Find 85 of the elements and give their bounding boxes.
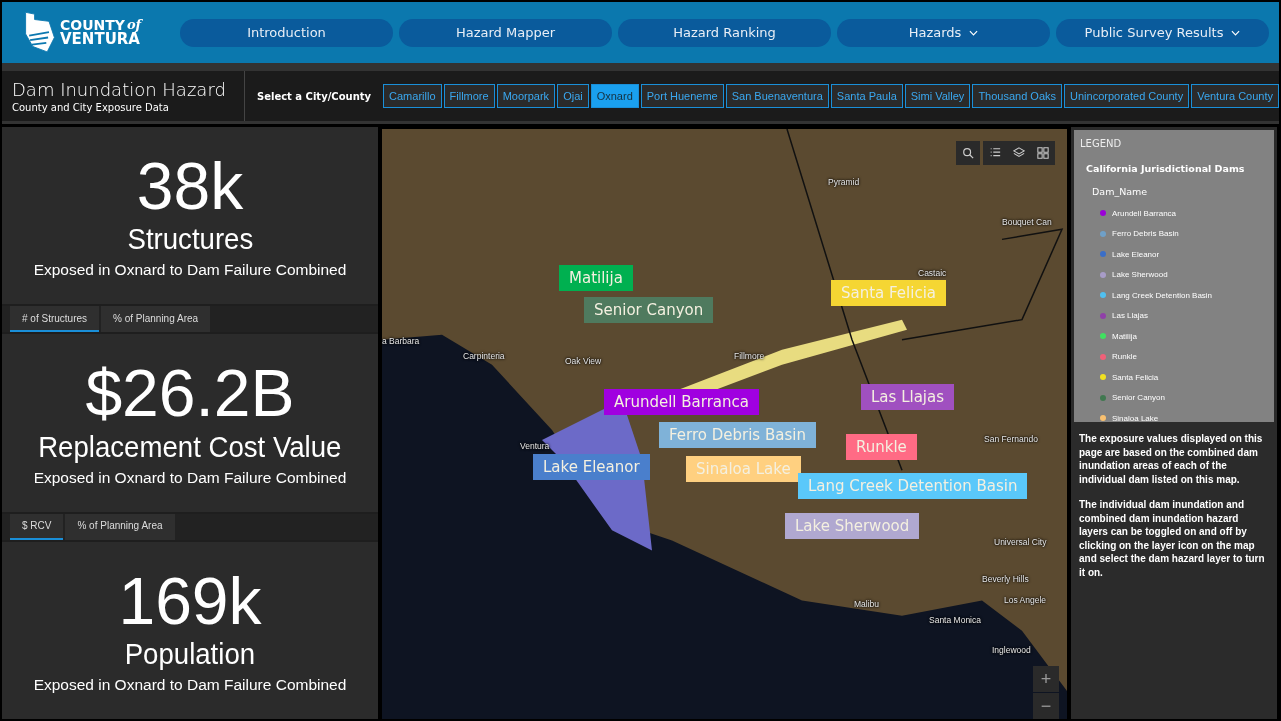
city-tab[interactable]: Santa Paula [830, 84, 903, 108]
city-tab[interactable]: Ojai [557, 84, 589, 108]
search-icon [962, 147, 974, 159]
logo-script-text: of [126, 18, 142, 32]
page-subtitle: County and City Exposure Data [12, 102, 170, 113]
city-tab[interactable]: Port Hueneme [640, 84, 724, 108]
stat-subtitle: Exposed in Oxnard to Dam Failure Combined [33, 468, 347, 487]
city-tab[interactable]: Camarillo [383, 84, 442, 108]
map-place-label: Los Angele [1004, 595, 1047, 605]
legend-label: Lake Sherwood [1112, 270, 1168, 280]
map-place-label: Oak View [565, 356, 602, 366]
grid-icon [1037, 147, 1049, 159]
search-button[interactable] [956, 141, 980, 165]
map-place-label: Castaic [918, 268, 947, 278]
stat-title: Replacement Cost Value [38, 428, 342, 465]
legend-label: Lang Creek Detention Basin [1112, 290, 1213, 300]
stat-value: 38k [136, 152, 244, 222]
legend-label: Lake Eleanor [1112, 249, 1160, 259]
map-place-label: Inglewood [992, 645, 1031, 655]
zoom-in-button[interactable]: + [1033, 666, 1059, 692]
dam-callout: Senior Canyon [584, 297, 714, 323]
dam-callout: Ferro Debris Basin [659, 422, 816, 448]
legend-layer-title: California Jurisdictional Dams [1086, 163, 1246, 174]
logo-text: COUNTY [60, 18, 125, 32]
stat-value: 169k [118, 566, 262, 636]
map-place-label: Pyramid [828, 177, 860, 187]
stat-title: Population [124, 635, 256, 672]
dam-callout: Sinaloa Lake [686, 456, 801, 482]
city-tab[interactable]: Oxnard [590, 84, 639, 108]
city-tab[interactable]: Thousand Oaks [972, 84, 1063, 108]
map-place-label: Malibu [854, 599, 880, 609]
stat-tab[interactable]: % of Planning Area [101, 306, 211, 333]
stat-subtitle: Exposed in Oxnard to Dam Failure Combined [33, 675, 347, 694]
stat-title: Structures [127, 221, 253, 258]
list-icon [989, 147, 1001, 159]
city-tab[interactable]: Unincorporated County [1064, 84, 1190, 108]
dam-callout: Las Llajas [861, 384, 955, 410]
legend-label: Sinaloa Lake [1112, 413, 1159, 422]
legend-heading: LEGEND [1080, 138, 1123, 149]
city-tab[interactable]: San Buenaventura [725, 84, 829, 108]
stat-tab[interactable]: $ RCV [10, 513, 64, 540]
page-title: Dam Inundation Hazard [12, 79, 227, 100]
legend-label: Las Llajas [1112, 311, 1149, 321]
legend-label: Ferro Debris Basin [1112, 229, 1179, 239]
city-tab[interactable]: Simi Valley [904, 84, 971, 108]
map-place-label: Universal City [994, 537, 1047, 547]
nav-button[interactable]: Public Survey Results [1056, 18, 1269, 47]
legend-field-name: Dam_Name [1092, 186, 1149, 197]
note-paragraph: The exposure values displayed on this page are based on the combined dam inundation areas of each of the individual dam listed on this map. [1079, 432, 1264, 486]
dam-callout: Matilija [559, 265, 633, 291]
dam-callout: Arundell Barranca [604, 389, 759, 415]
stat-tab[interactable]: # of Structures [10, 306, 100, 333]
nav-button[interactable]: Introduction [180, 18, 393, 47]
note-paragraph: The individual dam inundation and combined dam inundation hazard layers can be toggled on and off by clicking on the layer icon on the map and select the dam hazard layer to turn it on. [1079, 498, 1266, 579]
stat-value: $26.2B [85, 359, 295, 429]
map-place-label: Fillmore [734, 351, 765, 361]
legend-label: Santa Felicia [1112, 372, 1159, 382]
zoom-out-button[interactable]: − [1033, 693, 1059, 719]
dam-callout: Lang Creek Detention Basin [798, 473, 1028, 499]
dam-callout: Runkle [846, 434, 917, 460]
legend-label: Runkle [1112, 352, 1137, 362]
map-place-label: Ventura [520, 441, 550, 451]
nav-button[interactable]: Hazard Ranking [618, 18, 831, 47]
dam-callout: Lake Sherwood [785, 513, 920, 539]
city-tab[interactable]: Moorpark [496, 84, 556, 108]
city-select-label: Select a City/County [257, 90, 372, 102]
legend-label: Arundell Barranca [1112, 208, 1177, 218]
layers-icon [1013, 147, 1025, 159]
dam-callout: Santa Felicia [831, 280, 947, 306]
dam-callout: Lake Eleanor [533, 454, 650, 480]
map-place-label: Carpinteria [463, 351, 505, 361]
logo-text: VENTURA [60, 32, 140, 47]
nav-button[interactable]: Hazard Mapper [399, 18, 612, 47]
city-tab[interactable]: Fillmore [443, 84, 495, 108]
city-tab[interactable]: Ventura County [1191, 84, 1279, 108]
map-place-label: Santa Monica [929, 615, 981, 625]
stat-subtitle: Exposed in Oxnard to Dam Failure Combined [33, 261, 347, 280]
map-place-label: San Fernando [984, 434, 1038, 444]
legend-label: Senior Canyon [1112, 393, 1165, 403]
map-place-label: Bouquet Can [1002, 217, 1052, 227]
legend-label: Matilija [1112, 331, 1137, 341]
stat-tab[interactable]: % of Planning Area [65, 513, 175, 540]
nav-button[interactable]: Hazards [837, 18, 1050, 47]
map-place-label: a Barbara [382, 336, 420, 346]
map-place-label: Beverly Hills [982, 574, 1029, 584]
